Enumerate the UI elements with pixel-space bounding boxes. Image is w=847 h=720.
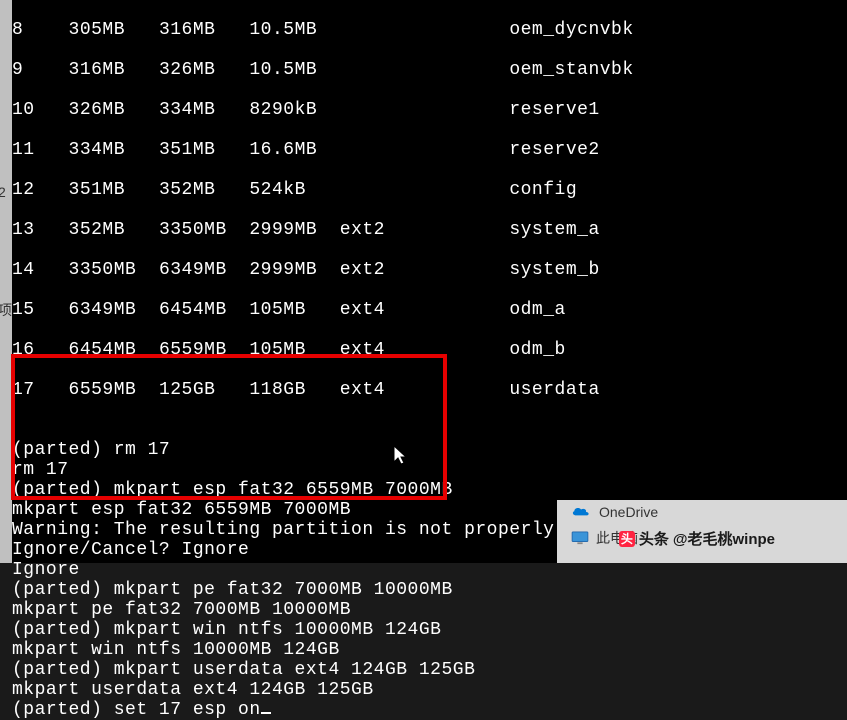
terminal-line: mkpart esp fat32 6559MB 7000MB (12, 500, 351, 520)
terminal-line: rm 17 (12, 460, 69, 480)
col-start: 351MB (69, 180, 126, 200)
col-end: 316MB (159, 20, 216, 40)
col-partname: odm_a (509, 300, 566, 320)
partition-row: 8 305MB 316MB 10.5MB oem_dycnvbk (12, 20, 847, 40)
partition-row: 14 3350MB 6349MB 2999MB ext2 system_b (12, 260, 847, 280)
terminal-line: (parted) rm 17 (12, 440, 170, 460)
col-num: 9 (12, 60, 23, 80)
col-num: 11 (12, 140, 35, 160)
col-fs: ext4 (340, 380, 385, 400)
computer-icon (571, 531, 589, 545)
col-end: 334MB (159, 100, 216, 120)
col-size: 118GB (249, 380, 306, 400)
watermark-handle: @老毛桃winpe (673, 528, 775, 549)
col-fs: ext2 (340, 220, 385, 240)
col-fs: ext2 (340, 260, 385, 280)
watermark-prefix: 头条 (639, 528, 669, 549)
col-size: 10.5MB (249, 20, 317, 40)
terminal[interactable]: 8 305MB 316MB 10.5MB oem_dycnvbk 9 316MB… (12, 0, 847, 563)
col-partname: config (509, 180, 577, 200)
terminal-line: (parted) set 17 esp on (12, 700, 261, 720)
col-num: 16 (12, 340, 35, 360)
col-start: 352MB (69, 220, 126, 240)
col-start: 316MB (69, 60, 126, 80)
col-start: 326MB (69, 100, 126, 120)
terminal-line: (parted) mkpart userdata ext4 124GB 125G… (12, 660, 475, 680)
onedrive-item[interactable]: OneDrive (557, 500, 847, 524)
col-num: 17 (12, 380, 35, 400)
col-num: 8 (12, 20, 23, 40)
terminal-line: Ignore/Cancel? Ignore (12, 540, 249, 560)
col-size: 8290kB (249, 100, 317, 120)
col-end: 6454MB (159, 300, 227, 320)
terminal-line: mkpart userdata ext4 124GB 125GB (12, 680, 374, 700)
onedrive-label: OneDrive (599, 504, 658, 520)
col-end: 352MB (159, 180, 216, 200)
col-fs: ext4 (340, 340, 385, 360)
col-size: 10.5MB (249, 60, 317, 80)
col-start: 305MB (69, 20, 126, 40)
partition-row: 12 351MB 352MB 524kB config (12, 180, 847, 200)
left-margin-text-2: 项 (0, 300, 12, 320)
terminal-line: Ignore (12, 560, 80, 580)
partition-row: 16 6454MB 6559MB 105MB ext4 odm_b (12, 340, 847, 360)
partition-row: 13 352MB 3350MB 2999MB ext2 system_a (12, 220, 847, 240)
col-start: 6454MB (69, 340, 137, 360)
onedrive-icon (571, 505, 591, 519)
col-end: 6349MB (159, 260, 227, 280)
col-partname: reserve1 (509, 100, 599, 120)
terminal-line: mkpart pe fat32 7000MB 10000MB (12, 600, 351, 620)
partition-row: 15 6349MB 6454MB 105MB ext4 odm_a (12, 300, 847, 320)
col-partname: reserve2 (509, 140, 599, 160)
col-num: 12 (12, 180, 35, 200)
toutiao-icon: 头 (619, 531, 635, 547)
terminal-line: (parted) mkpart pe fat32 7000MB 10000MB (12, 580, 453, 600)
partition-row: 11 334MB 351MB 16.6MB reserve2 (12, 140, 847, 160)
col-start: 3350MB (69, 260, 137, 280)
terminal-line: (parted) mkpart win ntfs 10000MB 124GB (12, 620, 441, 640)
col-size: 105MB (249, 340, 306, 360)
col-partname: oem_dycnvbk (509, 20, 633, 40)
col-size: 105MB (249, 300, 306, 320)
col-num: 13 (12, 220, 35, 240)
terminal-line: mkpart win ntfs 10000MB 124GB (12, 640, 340, 660)
text-cursor (261, 712, 271, 714)
left-margin: 2 项 (0, 0, 12, 563)
watermark: 头 头条 @老毛桃winpe (619, 528, 775, 549)
col-end: 3350MB (159, 220, 227, 240)
col-end: 125GB (159, 380, 216, 400)
col-partname: oem_stanvbk (509, 60, 633, 80)
terminal-input-line[interactable]: (parted) set 17 esp on (12, 700, 271, 720)
col-size: 2999MB (249, 220, 317, 240)
col-num: 10 (12, 100, 35, 120)
col-start: 6559MB (69, 380, 137, 400)
terminal-line: (parted) mkpart esp fat32 6559MB 7000MB (12, 480, 453, 500)
col-partname: odm_b (509, 340, 566, 360)
col-partname: userdata (509, 380, 599, 400)
col-size: 16.6MB (249, 140, 317, 160)
partition-row: 9 316MB 326MB 10.5MB oem_stanvbk (12, 60, 847, 80)
partition-row: 17 6559MB 125GB 118GB ext4 userdata (12, 380, 847, 400)
partition-row: 10 326MB 334MB 8290kB reserve1 (12, 100, 847, 120)
col-start: 6349MB (69, 300, 137, 320)
blank-line (12, 420, 23, 440)
col-num: 15 (12, 300, 35, 320)
col-num: 14 (12, 260, 35, 280)
col-partname: system_b (509, 260, 599, 280)
col-size: 2999MB (249, 260, 317, 280)
col-size: 524kB (249, 180, 306, 200)
left-margin-text-1: 2 (0, 184, 6, 200)
col-end: 326MB (159, 60, 216, 80)
col-end: 351MB (159, 140, 216, 160)
col-fs: ext4 (340, 300, 385, 320)
col-end: 6559MB (159, 340, 227, 360)
col-start: 334MB (69, 140, 126, 160)
col-partname: system_a (509, 220, 599, 240)
